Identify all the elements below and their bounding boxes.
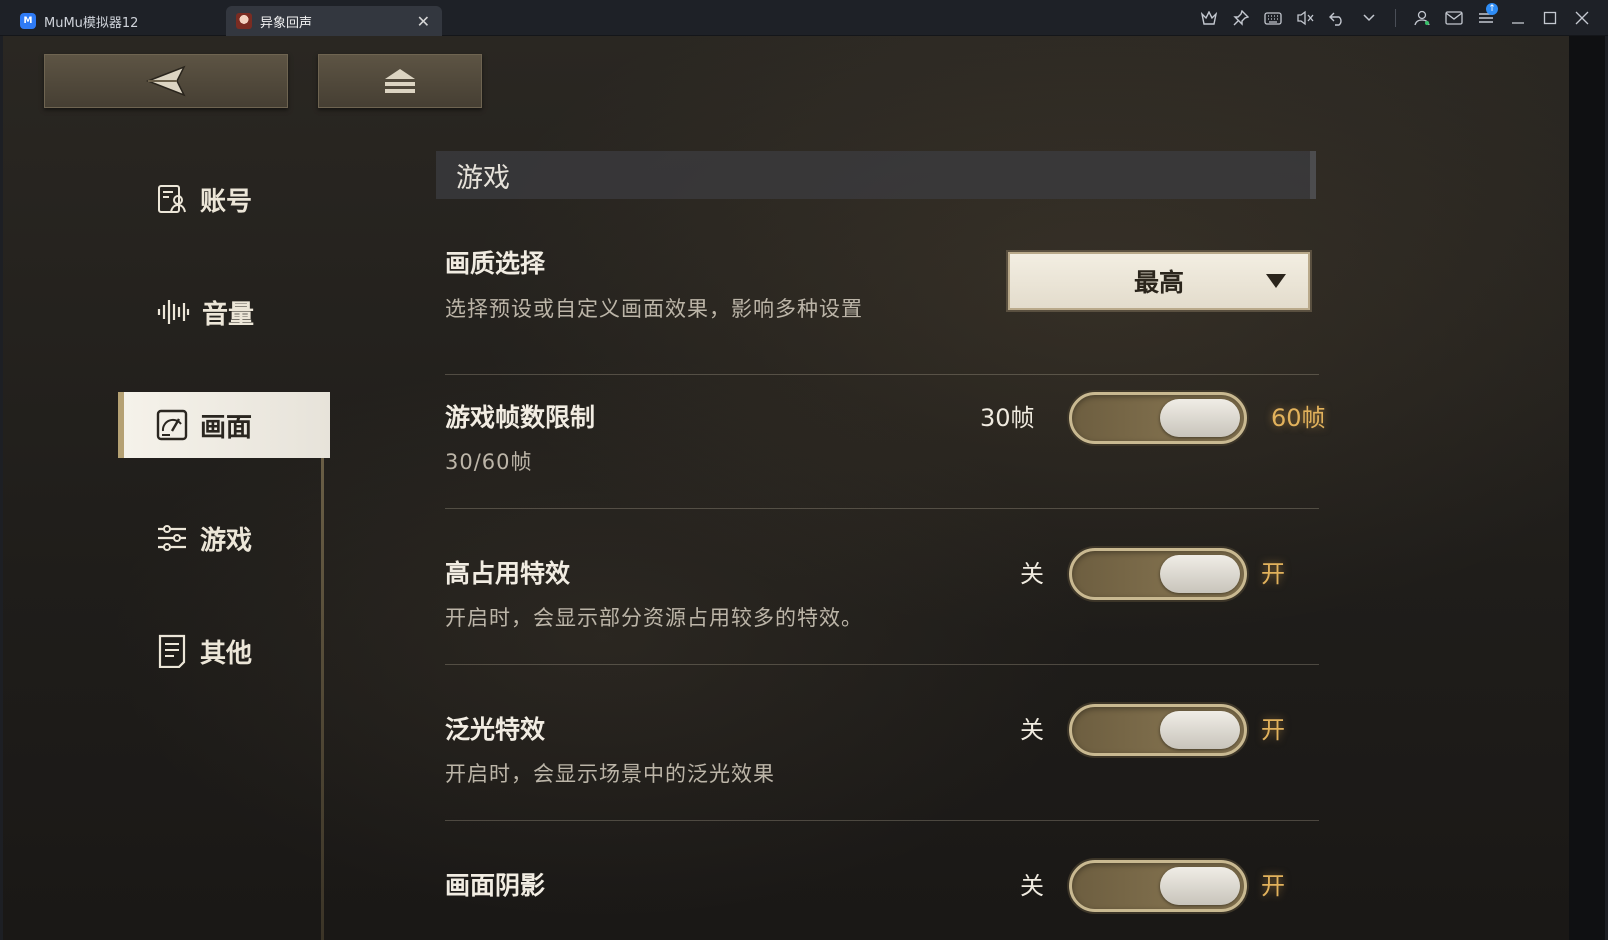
quality-description: 选择预设或自定义画面效果，影响多种设置	[445, 297, 863, 321]
toggle-knob	[1160, 399, 1240, 437]
quality-selected-value: 最高	[1133, 268, 1184, 297]
account-icon	[158, 185, 186, 213]
minimize-icon[interactable]	[1502, 0, 1534, 36]
titlebar-toolbar: ↑	[1193, 0, 1598, 36]
home-button[interactable]	[318, 54, 482, 108]
display-gauge-icon	[156, 409, 188, 441]
high-fx-toggle[interactable]	[1069, 548, 1247, 600]
caret-down-icon	[1266, 274, 1286, 288]
volume-wave-icon	[157, 300, 190, 324]
shadow-off-label: 关	[1020, 872, 1044, 900]
fps-on-label: 60帧	[1271, 404, 1326, 432]
user-icon[interactable]	[1406, 0, 1438, 36]
sliders-icon	[158, 525, 186, 551]
undo-icon[interactable]	[1321, 0, 1353, 36]
toggle-knob	[1160, 555, 1240, 593]
bloom-off-label: 关	[1020, 716, 1044, 744]
sidebar-item-display[interactable]: 画面	[118, 392, 330, 458]
tab-close-icon[interactable]: ✕	[417, 12, 430, 31]
high-fx-off-label: 关	[1020, 560, 1044, 588]
emulator-titlebar: M MuMu模拟器12 异象回声 ✕ ↑	[0, 0, 1608, 36]
toolbar-separator	[1395, 9, 1396, 27]
sidebar-item-account[interactable]: 账号	[118, 166, 330, 232]
window-edge	[1569, 36, 1605, 940]
sidebar-item-label: 音量	[202, 299, 255, 330]
toggle-knob	[1160, 711, 1240, 749]
keyboard-icon[interactable]	[1257, 0, 1289, 36]
high-fx-description: 开启时，会显示部分资源占用较多的特效。	[445, 606, 863, 630]
home-icon	[385, 69, 415, 93]
sidebar-item-label: 其他	[200, 638, 253, 669]
game-viewport: 账号 音量 画面 游戏 其他 游戏 画质选择 选择预设或自定义画面效果，影响多种…	[3, 36, 1605, 940]
tab-game[interactable]: 异象回声 ✕	[226, 6, 442, 36]
menu-icon[interactable]: ↑	[1470, 0, 1502, 36]
shadow-title: 画面阴影	[445, 871, 546, 900]
quality-title: 画质选择	[445, 249, 546, 278]
row-divider	[445, 664, 1319, 665]
section-header: 游戏	[436, 151, 1316, 199]
bloom-on-label: 开	[1261, 716, 1285, 744]
sidebar-item-label: 账号	[200, 186, 253, 217]
shadow-toggle[interactable]	[1069, 860, 1247, 912]
fps-limit-description: 30/60帧	[445, 450, 533, 474]
tab-label: 异象回声	[260, 15, 313, 31]
fps-off-label: 30帧	[980, 404, 1035, 432]
mute-icon[interactable]	[1289, 0, 1321, 36]
toggle-knob	[1160, 867, 1240, 905]
tab-label: MuMu模拟器12	[44, 15, 139, 31]
tab-mumu-emulator[interactable]: M MuMu模拟器12	[12, 6, 222, 36]
maximize-icon[interactable]	[1534, 0, 1566, 36]
crown-icon[interactable]	[1193, 0, 1225, 36]
fps-limit-toggle[interactable]	[1069, 392, 1247, 444]
mumu-logo-icon: M	[20, 13, 36, 29]
sidebar-item-label: 画面	[200, 412, 253, 443]
bloom-description: 开启时，会显示场景中的泛光效果	[445, 762, 775, 786]
row-divider	[445, 820, 1319, 821]
sidebar-item-game[interactable]: 游戏	[118, 505, 330, 571]
update-badge-icon: ↑	[1486, 3, 1498, 15]
game-app-icon	[236, 13, 252, 29]
document-icon	[158, 634, 186, 668]
back-arrow-icon	[145, 65, 186, 97]
close-window-icon[interactable]	[1566, 0, 1598, 36]
quality-dropdown[interactable]: 最高	[1008, 252, 1310, 310]
back-button[interactable]	[44, 54, 288, 108]
sidebar-item-other[interactable]: 其他	[118, 618, 330, 684]
bloom-toggle[interactable]	[1069, 704, 1247, 756]
high-fx-title: 高占用特效	[445, 559, 571, 588]
row-divider	[445, 508, 1319, 509]
pin-icon[interactable]	[1225, 0, 1257, 36]
mail-icon[interactable]	[1438, 0, 1470, 36]
high-fx-on-label: 开	[1261, 560, 1285, 588]
chevron-down-icon[interactable]	[1353, 0, 1385, 36]
bloom-title: 泛光特效	[445, 715, 546, 744]
shadow-on-label: 开	[1261, 872, 1285, 900]
sidebar-item-volume[interactable]: 音量	[118, 279, 330, 345]
row-divider	[445, 374, 1319, 375]
sidebar-item-label: 游戏	[200, 525, 253, 556]
fps-limit-title: 游戏帧数限制	[445, 403, 596, 432]
